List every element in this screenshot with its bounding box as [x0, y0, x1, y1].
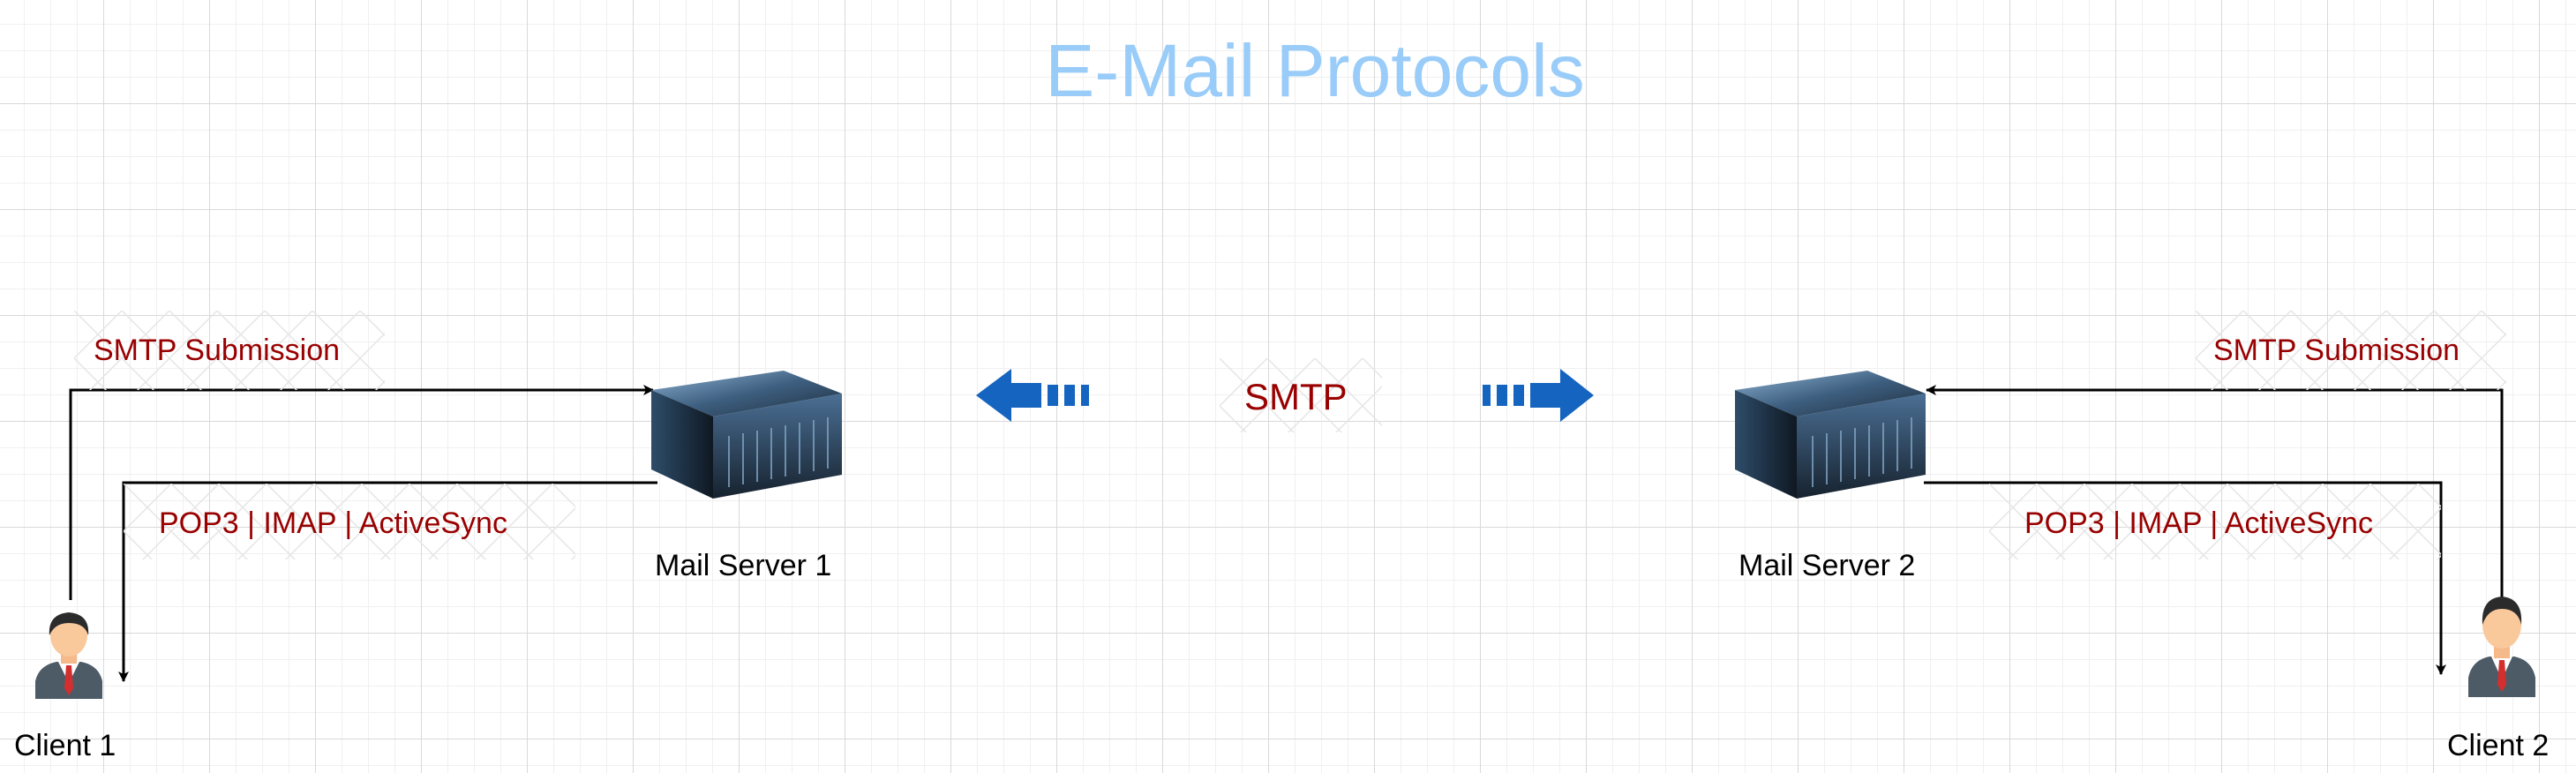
- dashed-left-arrow-icon: [976, 369, 1089, 422]
- dashed-right-arrow-icon: [1483, 369, 1594, 422]
- rack-server-icon: [651, 371, 842, 499]
- client-2-label: Client 2: [2447, 729, 2550, 762]
- mail-server-1: [651, 371, 842, 499]
- mail-server-2: [1735, 371, 1926, 499]
- client-1-label: Client 1: [14, 729, 116, 762]
- client-2: [2465, 589, 2539, 697]
- businessman-avatar-icon: [2468, 597, 2535, 697]
- mail-server-2-label: Mail Server 2: [1739, 549, 1916, 582]
- businessman-avatar-icon: [35, 612, 102, 699]
- smtp-arrows-layer: [976, 369, 1594, 422]
- client-1: [32, 609, 106, 699]
- rack-server-icon: [1735, 371, 1926, 499]
- mail-server-1-label: Mail Server 1: [655, 549, 832, 582]
